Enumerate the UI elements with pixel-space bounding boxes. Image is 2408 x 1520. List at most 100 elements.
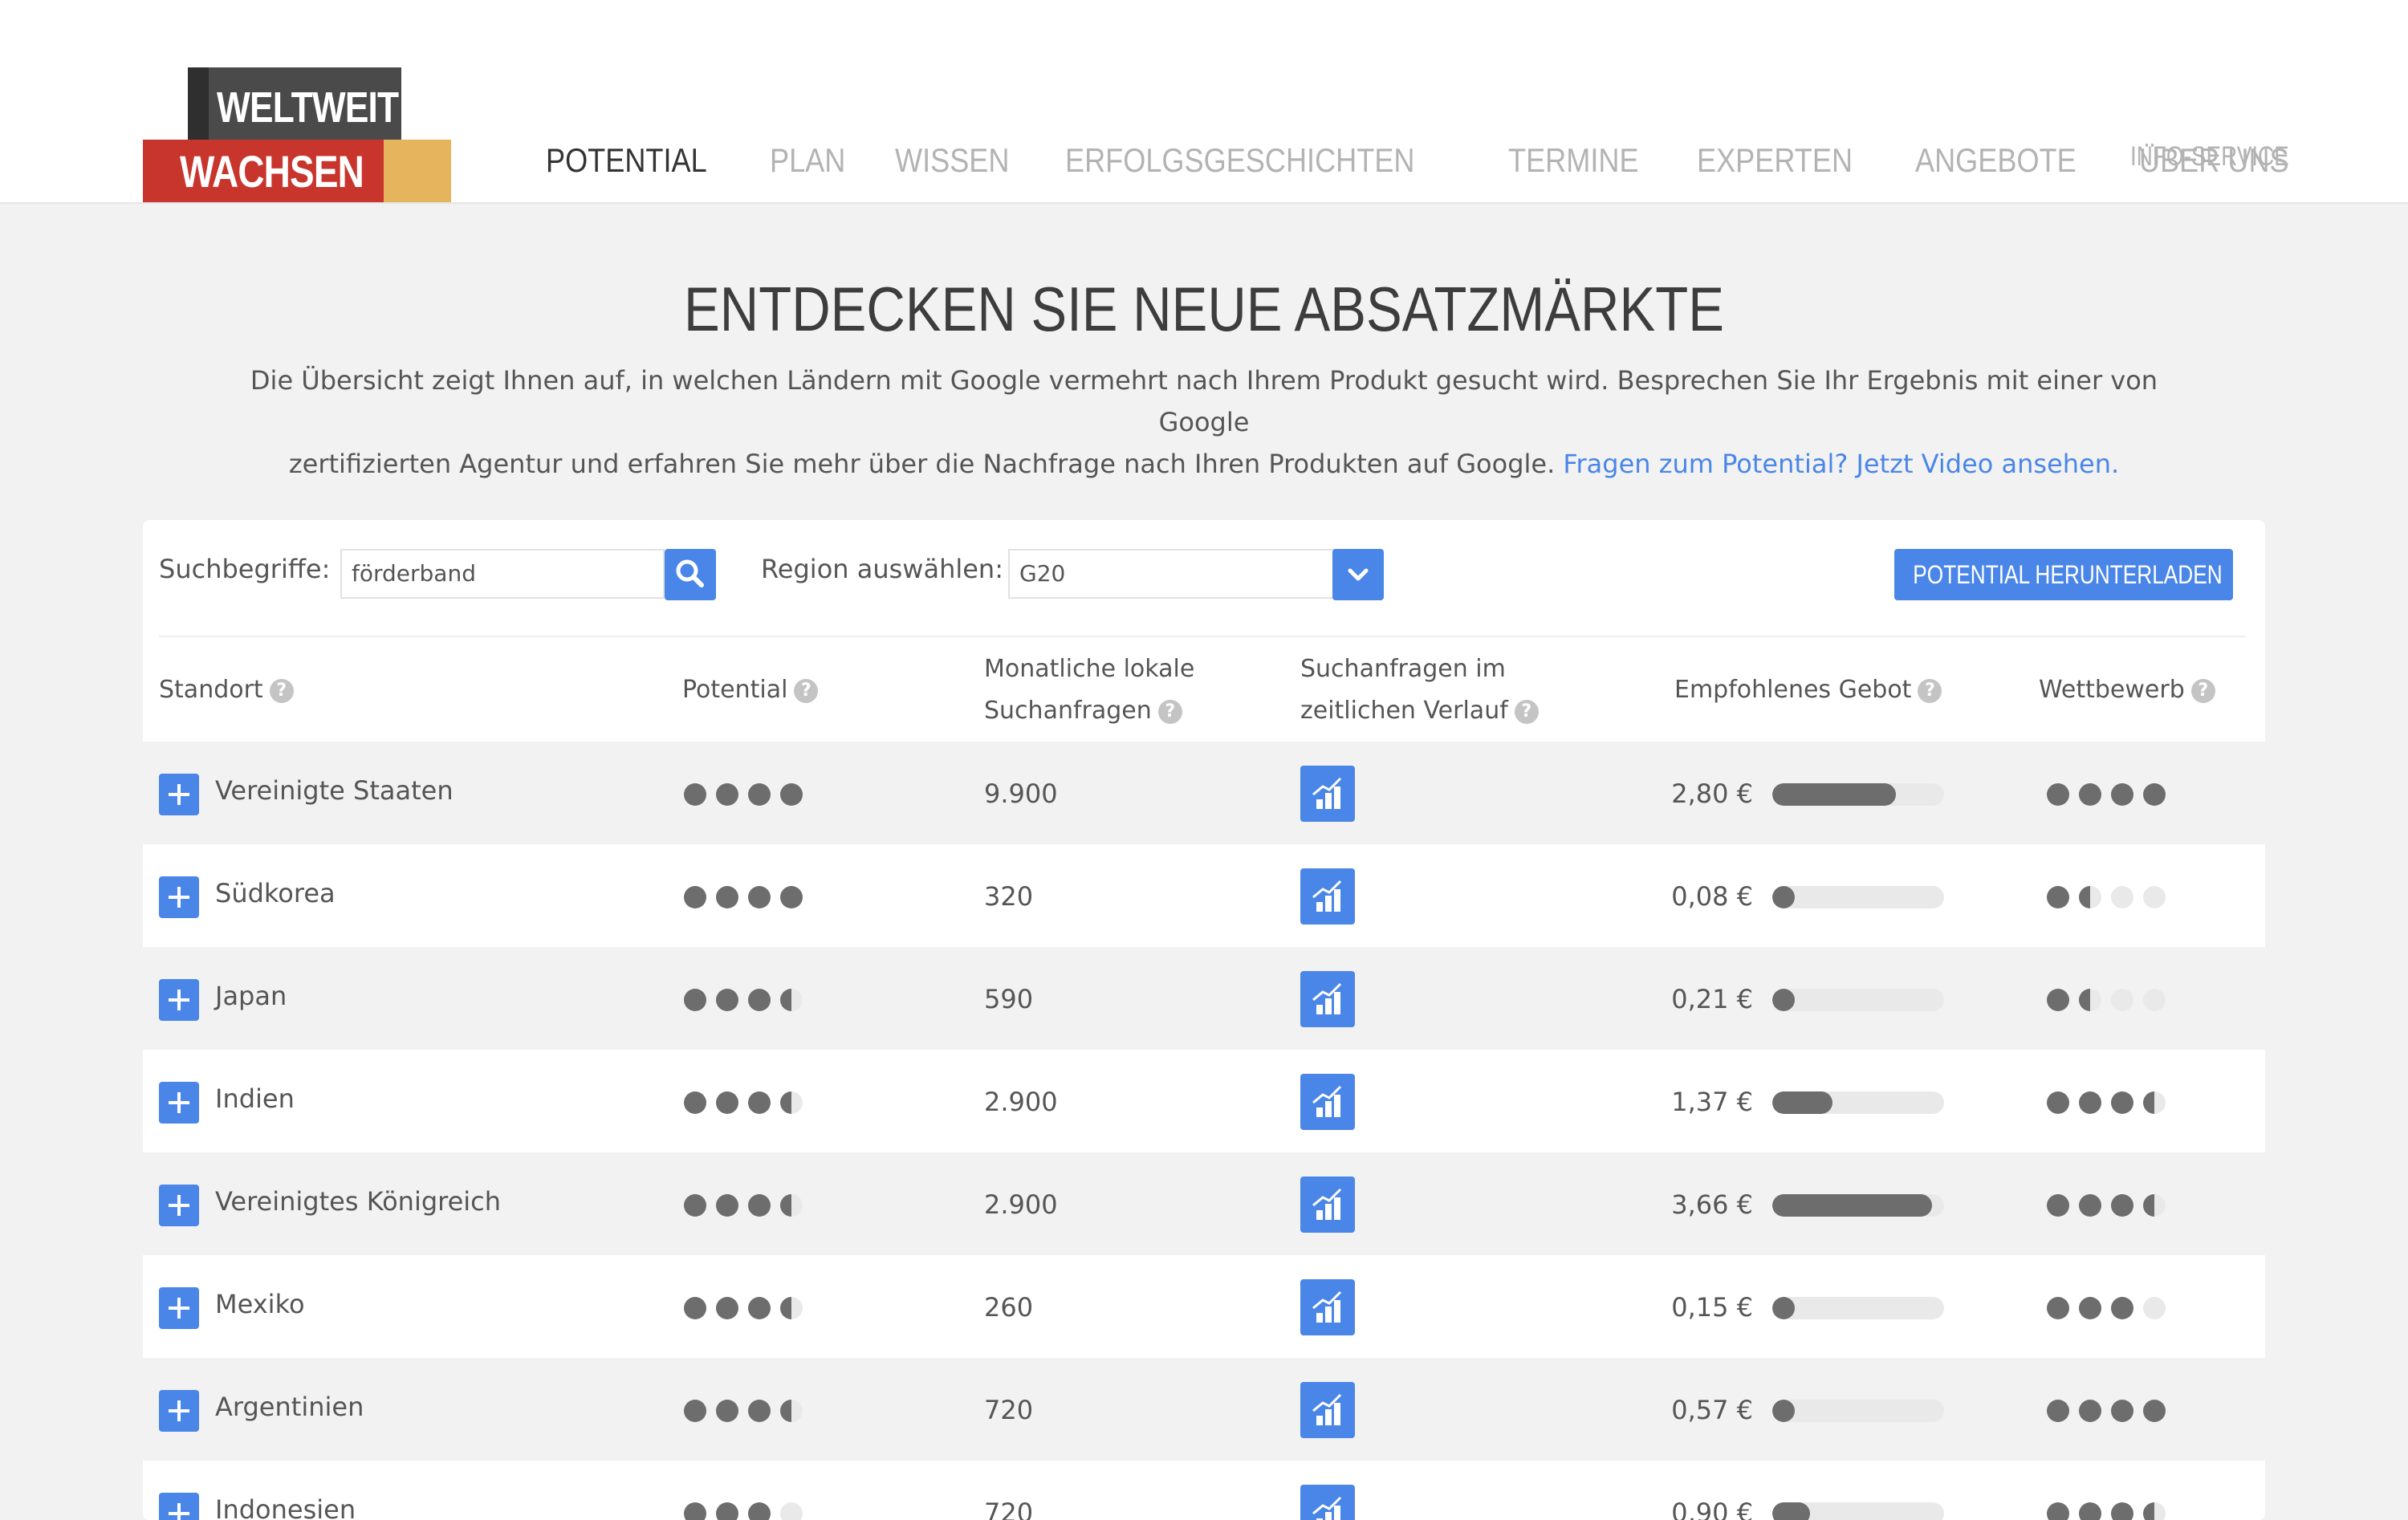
monthly-searches-value: 320 [984,881,1034,912]
region-select[interactable]: G20 [1008,549,1344,599]
rating-dot [716,783,738,806]
potential-rating [684,783,812,806]
table-row: Südkorea 320 0,08 € [143,844,2265,947]
rating-dot [684,783,706,806]
rating-dot [684,1194,706,1217]
rating-dot [748,1502,771,1520]
expand-row-button[interactable] [159,1287,199,1329]
expand-row-button[interactable] [159,1185,199,1226]
country-name: Argentinien [215,1392,364,1422]
bid-level-fill [1772,783,1897,806]
help-icon[interactable]: ? [1514,699,1539,724]
rating-dot [2111,783,2133,806]
country-name: Vereinigtes Königreich [215,1186,502,1217]
competition-rating [2047,1502,2175,1520]
search-trend-button[interactable] [1300,1485,1355,1520]
expand-row-button[interactable] [159,1390,199,1432]
rating-dot [2143,783,2166,806]
nav-item-angebote[interactable]: ANGEBOTE [1915,141,2076,180]
rating-dot [2143,1502,2166,1520]
potential-rating [684,1194,812,1217]
rating-dot [2047,1297,2069,1319]
header-potential-label: Potential [682,676,788,704]
rating-dot [748,1194,771,1217]
expand-row-button[interactable] [159,1493,199,1520]
search-trend-button[interactable] [1300,1074,1355,1130]
nav-item-erfolgsgeschichten[interactable]: ERFOLGSGESCHICHTEN [1065,141,1415,180]
nav-item-plan[interactable]: PLAN [770,141,845,180]
search-trend-button[interactable] [1300,1279,1355,1335]
rating-dot [2079,1091,2101,1114]
logo-bottom-word: WACHSEN [180,146,364,197]
bid-level-bar [1772,1502,1944,1520]
bar-chart-icon [1312,982,1342,1014]
bid-level-fill [1772,1400,1795,1422]
rating-dot [684,1297,706,1319]
weltweit-wachsen-logo[interactable]: WELTWEIT WACHSEN [143,67,451,202]
rating-dot [2079,1502,2101,1520]
rating-dot [2047,989,2069,1011]
rating-dot [684,1502,706,1520]
rating-dot [2143,886,2166,908]
help-icon[interactable]: ? [1157,699,1182,724]
search-trend-button[interactable] [1300,1382,1355,1438]
rating-dot [780,1297,803,1319]
nav-item-potential[interactable]: POTENTIAL [546,141,707,180]
competition-rating [2047,886,2175,908]
competition-rating [2047,989,2175,1011]
rating-dot [780,1194,803,1217]
help-icon[interactable]: ? [1918,678,1942,703]
table-row: Japan 590 0,21 € [143,947,2265,1050]
search-input[interactable]: förderband [340,549,665,599]
help-icon[interactable]: ? [794,678,819,703]
header-trend-line2: zeitlichen Verlauf [1300,697,1508,725]
expand-row-button[interactable] [159,774,199,815]
rating-dot [2047,1091,2069,1114]
search-trend-button[interactable] [1300,868,1355,925]
rating-dot [716,1400,738,1422]
expand-row-button[interactable] [159,979,199,1021]
country-name: Südkorea [215,878,336,908]
bid-level-fill [1772,1502,1811,1520]
logo-back-side [188,67,209,141]
bar-chart-icon [1312,880,1342,912]
expand-row-button[interactable] [159,1082,199,1124]
video-link[interactable]: Fragen zum Potential? Jetzt Video ansehe… [1563,449,2119,479]
header-competition: Wettbewerb? [2039,669,2215,711]
info-service-link[interactable]: INFO-SERVICE [2130,141,2289,173]
rating-dot [2111,1502,2133,1520]
rating-dot [716,1502,738,1520]
search-trend-button[interactable] [1300,766,1355,822]
search-button[interactable] [665,549,716,600]
help-icon[interactable]: ? [2190,678,2215,703]
bid-level-fill [1772,1091,1832,1114]
rating-dot [780,1091,803,1114]
bid-level-fill [1772,989,1795,1011]
recommended-bid-value: 0,15 € [1671,1292,1753,1323]
rating-dot [2111,989,2133,1011]
region-dropdown-button[interactable] [1332,549,1384,600]
recommended-bid-value: 1,37 € [1671,1087,1753,1117]
rating-dot [716,989,738,1011]
download-potential-button[interactable]: POTENTIAL HERUNTERLADEN [1894,549,2233,600]
search-trend-button[interactable] [1300,971,1355,1027]
rating-dot [716,1091,738,1114]
potential-rating [684,1091,812,1114]
help-icon[interactable]: ? [269,678,294,703]
nav-item-wissen[interactable]: WISSEN [895,141,1009,180]
expand-row-button[interactable] [159,876,199,918]
nav-item-termine[interactable]: TERMINE [1508,141,1639,180]
controls-bar: Suchbegriffe: förderband Region auswähle… [143,520,2265,632]
nav-item-experten[interactable]: EXPERTEN [1697,141,1853,180]
bid-level-bar [1772,886,1944,908]
search-trend-button[interactable] [1300,1177,1355,1233]
logo-top-word: WELTWEIT [217,83,399,132]
search-label: Suchbegriffe: [159,554,331,584]
rating-dot [748,783,771,806]
competition-rating [2047,1297,2175,1319]
rating-dot [780,1502,803,1520]
monthly-searches-value: 260 [984,1292,1034,1323]
rating-dot [2047,886,2069,908]
header-recommended-bid: Empfohlenes Gebot? [1674,669,1942,711]
monthly-searches-value: 9.900 [984,778,1058,809]
